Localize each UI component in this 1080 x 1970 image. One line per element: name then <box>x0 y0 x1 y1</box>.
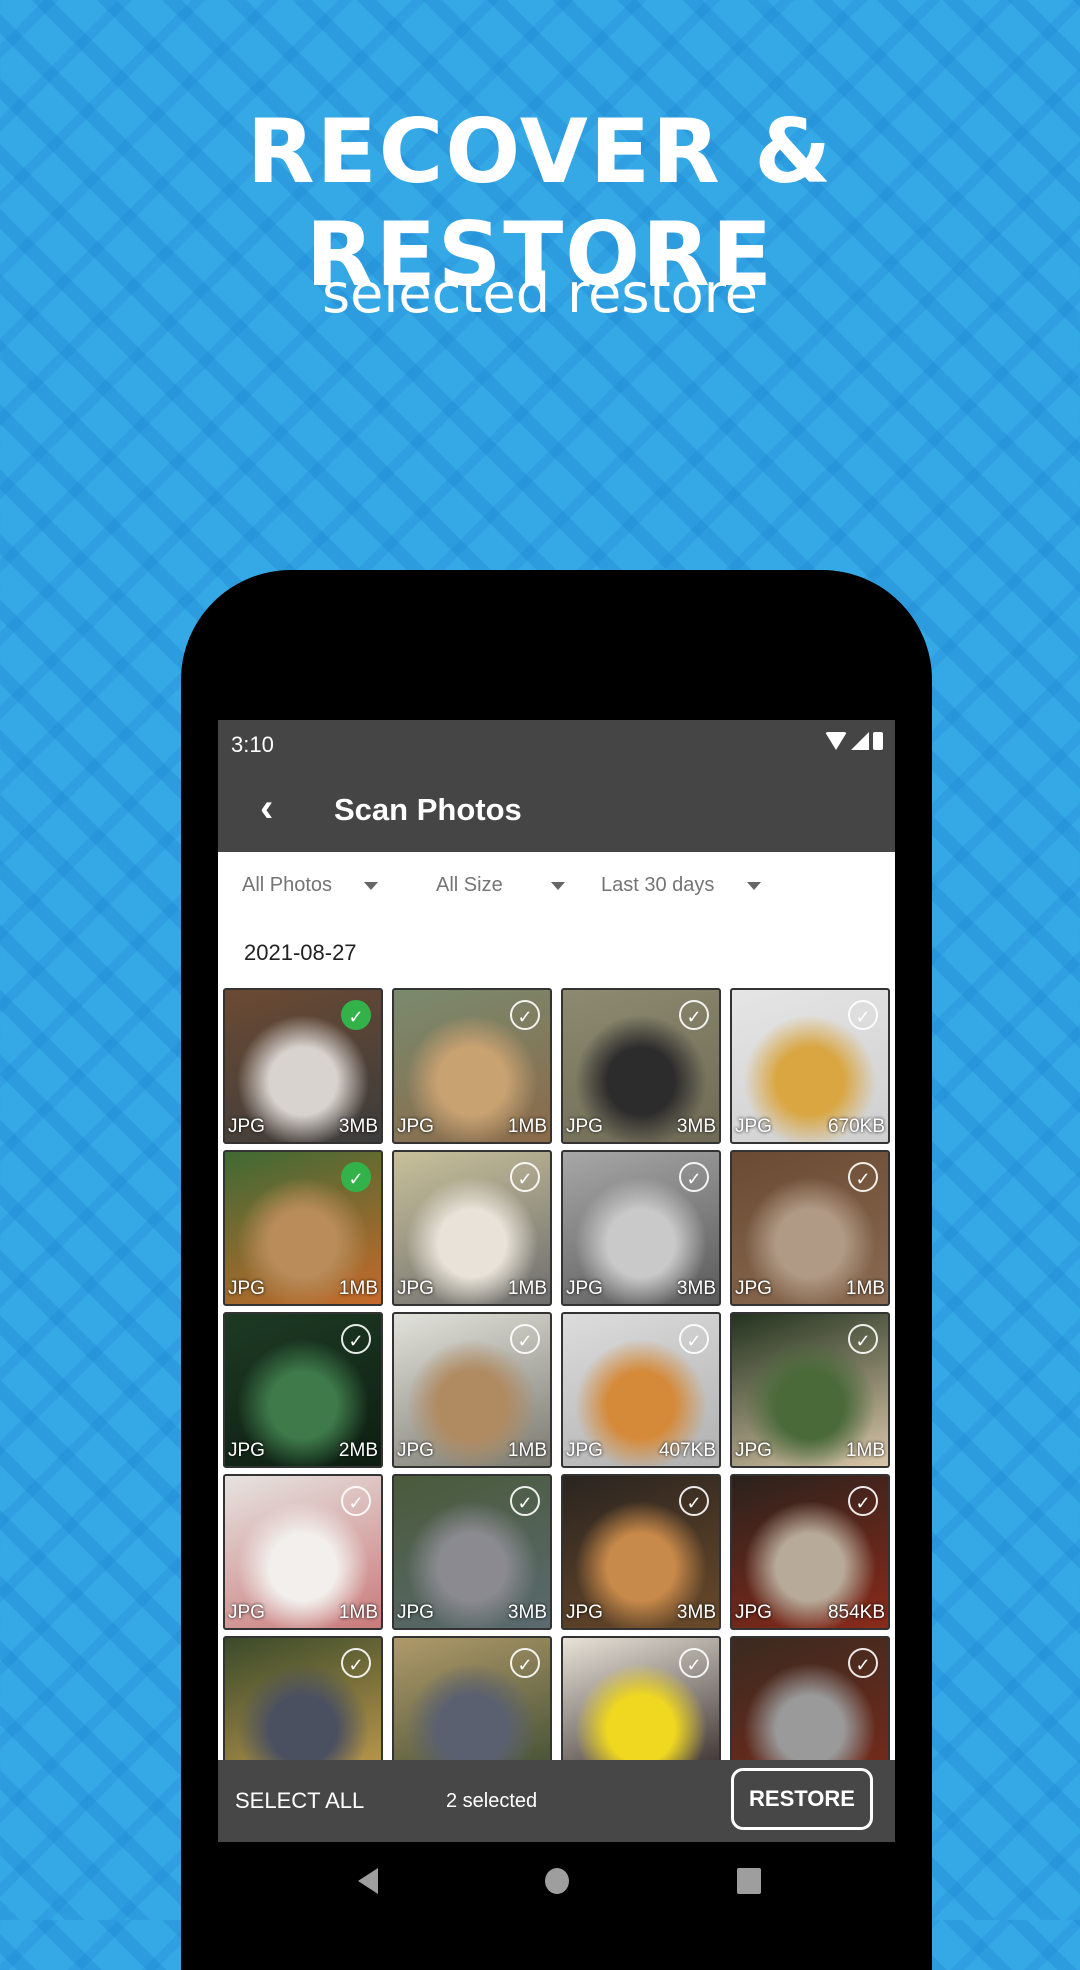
file-type-label: JPG <box>397 1278 434 1299</box>
page-title: Scan Photos <box>334 792 522 827</box>
unchecked-circle-icon[interactable]: ✓ <box>510 1648 540 1678</box>
file-size-label: 670KB <box>827 1116 885 1137</box>
unchecked-circle-icon[interactable]: ✓ <box>510 1000 540 1030</box>
app-bar: ‹ Scan Photos <box>218 768 895 852</box>
file-type-label: JPG <box>735 1278 772 1299</box>
photo-tile[interactable]: ✓ JPG 1MB <box>223 1150 383 1306</box>
file-size-label: 854KB <box>827 1602 885 1623</box>
file-size-label: 3MB <box>676 1278 716 1299</box>
photo-tile[interactable]: ✓ JPG 1MB <box>392 988 552 1144</box>
selected-count: 2 selected <box>446 1790 538 1812</box>
photo-tile[interactable]: ✓ JPG 3MB <box>561 1150 721 1306</box>
unchecked-circle-icon[interactable]: ✓ <box>341 1648 371 1678</box>
photo-tile[interactable]: ✓ JPG 3MB <box>561 1474 721 1630</box>
unchecked-circle-icon[interactable]: ✓ <box>510 1162 540 1192</box>
nav-recents-icon[interactable] <box>737 1868 761 1894</box>
file-size-label: 3MB <box>676 1116 716 1137</box>
file-size-label: 3MB <box>676 1602 716 1623</box>
status-bar: 3:10 <box>218 720 895 768</box>
chevron-down-icon[interactable] <box>551 882 565 890</box>
file-size-label: 1MB <box>507 1440 547 1461</box>
signal-icon <box>851 732 869 750</box>
file-type-label: JPG <box>566 1602 603 1623</box>
filter-type-dropdown[interactable]: All Photos <box>242 874 332 897</box>
photo-tile[interactable]: ✓ JPG 1MB <box>392 1150 552 1306</box>
photo-tile[interactable]: ✓ JPG 670KB <box>730 988 890 1144</box>
photo-tile[interactable]: ✓ JPG 407KB <box>561 1312 721 1468</box>
unchecked-circle-icon[interactable]: ✓ <box>341 1486 371 1516</box>
nav-home-icon[interactable] <box>545 1868 569 1894</box>
filter-date-dropdown[interactable]: Last 30 days <box>601 874 714 897</box>
select-all-button[interactable]: SELECT ALL <box>235 1788 364 1814</box>
wifi-icon <box>825 732 847 750</box>
filter-size-dropdown[interactable]: All Size <box>436 874 503 897</box>
file-size-label: 1MB <box>845 1278 885 1299</box>
file-size-label: 1MB <box>338 1278 378 1299</box>
photo-tile[interactable]: ✓ JPG 3MB <box>561 988 721 1144</box>
photo-tile[interactable]: ✓ JPG 1MB <box>392 1312 552 1468</box>
unchecked-circle-icon[interactable]: ✓ <box>510 1486 540 1516</box>
date-header: 2021-08-27 <box>244 940 357 965</box>
unchecked-circle-icon[interactable]: ✓ <box>679 1648 709 1678</box>
unchecked-circle-icon[interactable]: ✓ <box>679 1162 709 1192</box>
file-size-label: 1MB <box>845 1440 885 1461</box>
photo-tile[interactable]: ✓ JPG 1MB <box>730 1150 890 1306</box>
file-size-label: 407KB <box>658 1440 716 1461</box>
unchecked-circle-icon[interactable]: ✓ <box>341 1324 371 1354</box>
chevron-down-icon[interactable] <box>364 882 378 890</box>
unchecked-circle-icon[interactable]: ✓ <box>848 1486 878 1516</box>
photo-tile[interactable]: ✓ JPG 1MB <box>730 1312 890 1468</box>
photo-tile[interactable]: ✓ JPG 3MB <box>392 1474 552 1630</box>
unchecked-circle-icon[interactable]: ✓ <box>848 1324 878 1354</box>
file-size-label: 2MB <box>338 1440 378 1461</box>
file-type-label: JPG <box>228 1278 265 1299</box>
chevron-down-icon[interactable] <box>747 882 761 890</box>
file-type-label: JPG <box>735 1602 772 1623</box>
photo-grid: ✓ JPG 3MB ✓ JPG 1MB ✓ JPG 3MB ✓ JPG 670KB ✓ JPG 1MB ✓ JP… <box>223 988 893 1792</box>
file-size-label: 1MB <box>507 1278 547 1299</box>
restore-button[interactable]: RESTORE <box>731 1768 873 1830</box>
promo-subline: selected restore <box>322 262 758 325</box>
unchecked-circle-icon[interactable]: ✓ <box>679 1486 709 1516</box>
battery-icon <box>873 732 883 750</box>
file-type-label: JPG <box>397 1116 434 1137</box>
system-nav-bar <box>218 1842 895 1920</box>
file-type-label: JPG <box>397 1602 434 1623</box>
status-time: 3:10 <box>231 732 274 757</box>
file-type-label: JPG <box>228 1602 265 1623</box>
action-bar: SELECT ALL 2 selected RESTORE <box>218 1760 895 1842</box>
system-icons <box>825 732 883 750</box>
file-size-label: 3MB <box>338 1116 378 1137</box>
file-type-label: JPG <box>566 1440 603 1461</box>
checked-circle-icon[interactable]: ✓ <box>341 1000 371 1030</box>
nav-back-icon[interactable] <box>358 1868 378 1894</box>
unchecked-circle-icon[interactable]: ✓ <box>848 1648 878 1678</box>
photo-tile[interactable]: ✓ JPG 2MB <box>223 1312 383 1468</box>
unchecked-circle-icon[interactable]: ✓ <box>848 1162 878 1192</box>
file-size-label: 1MB <box>507 1116 547 1137</box>
file-size-label: 3MB <box>507 1602 547 1623</box>
checked-circle-icon[interactable]: ✓ <box>341 1162 371 1192</box>
file-type-label: JPG <box>735 1440 772 1461</box>
unchecked-circle-icon[interactable]: ✓ <box>510 1324 540 1354</box>
photo-tile[interactable]: ✓ JPG 854KB <box>730 1474 890 1630</box>
back-arrow-icon[interactable]: ‹ <box>260 788 273 828</box>
unchecked-circle-icon[interactable]: ✓ <box>679 1324 709 1354</box>
file-type-label: JPG <box>735 1116 772 1137</box>
file-type-label: JPG <box>228 1116 265 1137</box>
file-type-label: JPG <box>566 1278 603 1299</box>
filter-bar: All Photos All Size Last 30 days <box>218 852 895 922</box>
unchecked-circle-icon[interactable]: ✓ <box>848 1000 878 1030</box>
phone-screen: 3:10 ‹ Scan Photos All Photos All Size L… <box>218 720 895 1920</box>
photo-tile[interactable]: ✓ JPG 3MB <box>223 988 383 1144</box>
file-type-label: JPG <box>228 1440 265 1461</box>
photo-tile[interactable]: ✓ JPG 1MB <box>223 1474 383 1630</box>
file-type-label: JPG <box>566 1116 603 1137</box>
file-type-label: JPG <box>397 1440 434 1461</box>
unchecked-circle-icon[interactable]: ✓ <box>679 1000 709 1030</box>
file-size-label: 1MB <box>338 1602 378 1623</box>
